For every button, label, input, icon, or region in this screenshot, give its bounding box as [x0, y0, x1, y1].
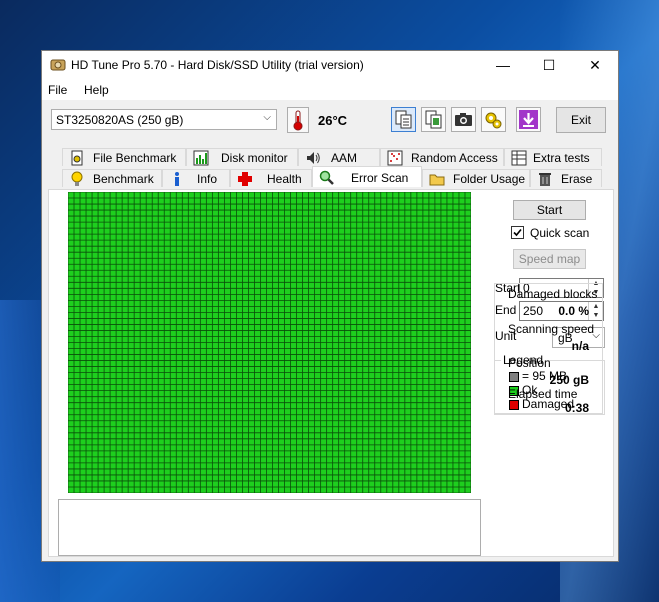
health-cross-icon — [238, 172, 252, 186]
quick-scan-checkbox[interactable] — [511, 226, 524, 239]
drive-select[interactable]: ST3250820AS (250 gB) ⌵ — [51, 109, 277, 130]
menu-file[interactable]: File — [48, 83, 67, 97]
position-label: Position — [508, 356, 551, 370]
folder-icon — [429, 174, 445, 186]
menu-help[interactable]: Help — [84, 83, 109, 97]
copy-text-icon — [395, 110, 412, 129]
file-benchmark-icon — [71, 150, 83, 166]
scan-stats-box: Damaged blocks 0.0 % Scanning speed n/a … — [494, 283, 603, 415]
random-access-icon — [387, 150, 403, 166]
extra-tests-icon — [511, 150, 527, 166]
tab-error-scan[interactable]: Error Scan — [312, 166, 422, 187]
tab-aam[interactable]: AAM — [298, 148, 380, 166]
tab-disk-monitor[interactable]: Disk monitor — [186, 148, 298, 166]
drive-select-value: ST3250820AS (250 gB) — [56, 113, 184, 127]
tab-label: AAM — [331, 151, 358, 165]
hdtune-window: HD Tune Pro 5.70 - Hard Disk/SSD Utility… — [41, 50, 619, 562]
copy-screenshot-button[interactable] — [421, 107, 446, 132]
tab-label: Error Scan — [351, 171, 409, 185]
copy-text-button[interactable] — [391, 107, 416, 132]
tab-label: Folder Usage — [453, 172, 526, 186]
info-icon — [175, 172, 179, 186]
scan-block-grid — [67, 191, 472, 494]
minimize-button[interactable]: — — [480, 51, 526, 80]
menu-bar: File Help — [42, 80, 618, 100]
scanning-speed-label: Scanning speed — [508, 322, 595, 336]
exit-button[interactable]: Exit — [556, 107, 606, 133]
options-button[interactable] — [481, 107, 506, 132]
lightbulb-icon — [71, 171, 83, 186]
start-scan-button[interactable]: Start — [513, 200, 586, 220]
tab-label: Disk monitor — [221, 151, 288, 165]
trash-icon — [539, 173, 551, 186]
scanning-speed-value: n/a — [571, 339, 589, 353]
save-download-icon — [519, 110, 538, 129]
window-title: HD Tune Pro 5.70 - Hard Disk/SSD Utility… — [71, 58, 364, 72]
screenshot-button[interactable] — [451, 107, 476, 132]
disk-monitor-icon — [193, 150, 209, 166]
tab-label: Random Access — [411, 151, 498, 165]
magnifier-icon — [319, 170, 334, 185]
title-bar: HD Tune Pro 5.70 - Hard Disk/SSD Utility… — [42, 51, 618, 80]
camera-icon — [455, 113, 472, 126]
tab-label: File Benchmark — [93, 151, 177, 165]
tab-folder-usage[interactable]: Folder Usage — [422, 169, 530, 187]
close-button[interactable]: ✕ — [572, 51, 618, 80]
scan-log-box[interactable] — [58, 499, 481, 556]
tab-benchmark[interactable]: Benchmark — [62, 169, 162, 187]
tab-health[interactable]: Health — [230, 169, 312, 187]
tab-label: Health — [267, 172, 302, 186]
thermometer-icon — [287, 107, 309, 133]
save-button[interactable] — [516, 107, 541, 132]
chevron-down-icon: ⌵ — [263, 112, 271, 123]
tab-label: Extra tests — [533, 151, 590, 165]
tab-file-benchmark[interactable]: File Benchmark — [62, 148, 186, 166]
speaker-icon — [307, 152, 320, 164]
tab-extra-tests[interactable]: Extra tests — [504, 148, 602, 166]
hdtune-app-icon — [50, 59, 66, 71]
elapsed-time-value: 0:38 — [564, 401, 589, 415]
speed-map-button[interactable]: Speed map — [513, 249, 586, 269]
maximize-button[interactable]: ☐ — [526, 51, 572, 80]
tab-random-access[interactable]: Random Access — [380, 148, 504, 166]
checkmark-icon — [513, 228, 522, 237]
tab-erase[interactable]: Erase — [530, 169, 602, 187]
tab-info[interactable]: Info — [162, 169, 230, 187]
elapsed-time-label: Elapsed time — [508, 387, 578, 401]
options-icon — [485, 112, 502, 129]
temperature-readout: 26°C — [318, 113, 348, 128]
quick-scan-label: Quick scan — [530, 226, 590, 240]
tab-label: Info — [197, 172, 218, 186]
tab-label: Benchmark — [93, 172, 154, 186]
copy-screenshot-icon — [425, 110, 442, 129]
position-value: 250 gB — [549, 373, 589, 387]
damaged-blocks-value: 0.0 % — [558, 304, 589, 318]
tab-label: Erase — [561, 172, 593, 186]
damaged-blocks-label: Damaged blocks — [508, 287, 598, 301]
scan-grid-svg — [67, 191, 472, 494]
toolbar: ST3250820AS (250 gB) ⌵ 26°C Exit — [42, 100, 618, 144]
